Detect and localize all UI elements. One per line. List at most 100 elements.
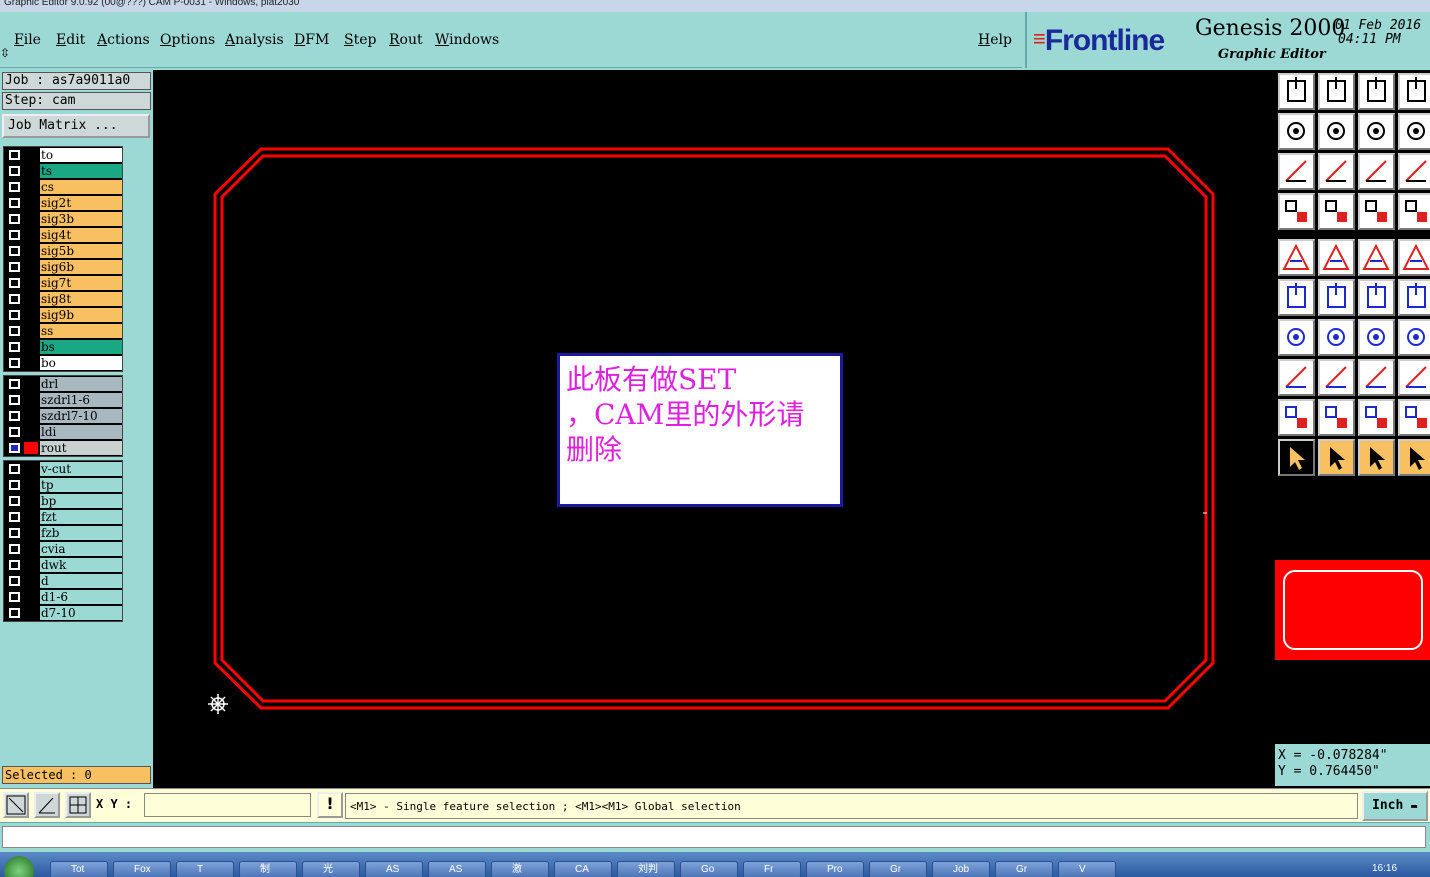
layer-checkbox[interactable] [9,427,20,437]
layer-checkbox[interactable] [9,544,20,554]
layer-row-cvia[interactable]: cvia [4,541,124,557]
taskbar-item[interactable]: 激 [491,861,549,877]
layer-row-tp[interactable]: tp [4,477,124,493]
layer-row-to[interactable]: to [4,147,124,163]
layer-row-ts[interactable]: ts [4,163,124,179]
xy-input[interactable] [144,793,311,817]
tool-snap-red-button[interactable] [1358,193,1395,230]
tool-snap-blue-button[interactable] [1398,193,1430,230]
layer-row-rout[interactable]: rout [4,440,124,456]
menu-options[interactable]: Options [160,32,215,48]
layer-row-bs[interactable]: bs [4,339,124,355]
tool-pan-right-button[interactable] [1318,113,1355,150]
tool-connect-button[interactable] [1278,279,1315,316]
job-matrix-button[interactable]: Job Matrix ... [2,114,150,138]
taskbar-item[interactable]: V [1058,861,1116,877]
layer-checkbox[interactable] [9,294,20,304]
tool-pad-button[interactable] [1278,239,1315,276]
layer-checkbox[interactable] [9,166,20,176]
menu-help[interactable]: Help [978,32,1012,48]
layer-checkbox[interactable] [9,278,20,288]
tool-line-add-button[interactable] [1318,359,1355,396]
layer-row-fzt[interactable]: fzt [4,509,124,525]
layer-row-fzb[interactable]: fzb [4,525,124,541]
layer-row-bp[interactable]: bp [4,493,124,509]
taskbar-item[interactable]: T [176,861,234,877]
tool-cross-button[interactable] [1318,279,1355,316]
layer-row-v-cut[interactable]: v-cut [4,461,124,477]
menu-edit[interactable]: Edit [56,32,85,48]
tool-zoom-1to1-button[interactable] [1358,153,1395,190]
graphic-canvas[interactable]: 此板有做SET ，CAM里的外形请 删除 [153,70,1275,788]
tool-triangle-b-button[interactable] [1358,399,1395,436]
layer-row-sig8t[interactable]: sig8t [4,291,124,307]
layer-row-ldi[interactable]: ldi [4,424,124,440]
layer-row-sig2t[interactable]: sig2t [4,195,124,211]
layer-row-bo[interactable]: bo [4,355,124,371]
tool-line-button[interactable] [1318,319,1355,356]
tool-center-button[interactable] [1318,153,1355,190]
layer-row-ss[interactable]: ss [4,323,124,339]
layer-checkbox[interactable] [9,214,20,224]
grid-button[interactable] [65,792,91,818]
layer-checkbox[interactable] [9,326,20,336]
tool-pad-add-button[interactable] [1278,359,1315,396]
tool-fit-button[interactable] [1278,153,1315,190]
layer-checkbox[interactable] [9,560,20,570]
layer-checkbox[interactable] [9,310,20,320]
layer-row-d[interactable]: d [4,573,124,589]
menu-rout[interactable]: Rout [389,32,423,48]
tool-circle-fill-button[interactable] [1398,239,1430,276]
tool-pan-left-button[interactable] [1278,113,1315,150]
tool-window-button[interactable] [1398,73,1430,110]
layer-checkbox[interactable] [9,464,20,474]
start-button[interactable] [4,856,34,877]
menu-dfm[interactable]: DFM [294,32,329,48]
menu-step[interactable]: Step [344,32,376,48]
tool-select-circle-button[interactable] [1358,439,1395,476]
tool-home-button[interactable] [1358,73,1395,110]
layer-row-sig5b[interactable]: sig5b [4,243,124,259]
layer-row-drl[interactable]: drl [4,376,124,392]
menu-file[interactable]: File [14,32,41,48]
layer-checkbox[interactable] [9,592,20,602]
tool-help-button[interactable] [1398,153,1430,190]
layer-row-dwk[interactable]: dwk [4,557,124,573]
tool-layers-button[interactable] [1278,193,1315,230]
tool-angle-button[interactable] [1278,319,1315,356]
layer-checkbox[interactable] [9,342,20,352]
layer-row-szdrl7-10[interactable]: szdrl7-10 [4,408,124,424]
taskbar-item[interactable]: Fr [743,861,801,877]
tool-triangle-c-button[interactable] [1398,399,1430,436]
taskbar-item[interactable]: AS [365,861,423,877]
layer-checkbox[interactable] [9,411,20,421]
layer-checkbox[interactable] [9,358,20,368]
layer-checkbox[interactable] [9,496,20,506]
layer-checkbox[interactable] [9,379,20,389]
layer-checkbox[interactable] [9,182,20,192]
tool-grid-button[interactable] [1318,193,1355,230]
layer-checkbox[interactable] [9,512,20,522]
tool-select-net-button[interactable] [1398,439,1430,476]
warning-button[interactable]: ! [317,792,343,818]
tool-resize-button[interactable] [1358,359,1395,396]
layer-checkbox[interactable] [9,198,20,208]
tool-triangle-a-button[interactable] [1318,399,1355,436]
tool-triangle-button[interactable] [1278,399,1315,436]
measure-button[interactable] [34,792,60,818]
units-selector[interactable]: Inch ▬ [1362,791,1428,821]
menu-windows[interactable]: Windows [435,32,499,48]
layer-checkbox[interactable] [9,150,20,160]
taskbar-item[interactable]: Go [680,861,738,877]
layer-checkbox[interactable] [9,395,20,405]
tool-zoom-back-button[interactable] [1358,113,1395,150]
tool-redraw-button[interactable] [1398,113,1430,150]
layer-row-sig3b[interactable]: sig3b [4,211,124,227]
menu-analysis[interactable]: Analysis [225,32,284,48]
taskbar-item[interactable]: Fox [113,861,171,877]
layer-row-sig4t[interactable]: sig4t [4,227,124,243]
taskbar-item[interactable]: AS [428,861,486,877]
tool-export-button[interactable] [1278,73,1315,110]
taskbar-item[interactable]: Pro [806,861,864,877]
layer-row-d7-10[interactable]: d7-10 [4,605,124,621]
